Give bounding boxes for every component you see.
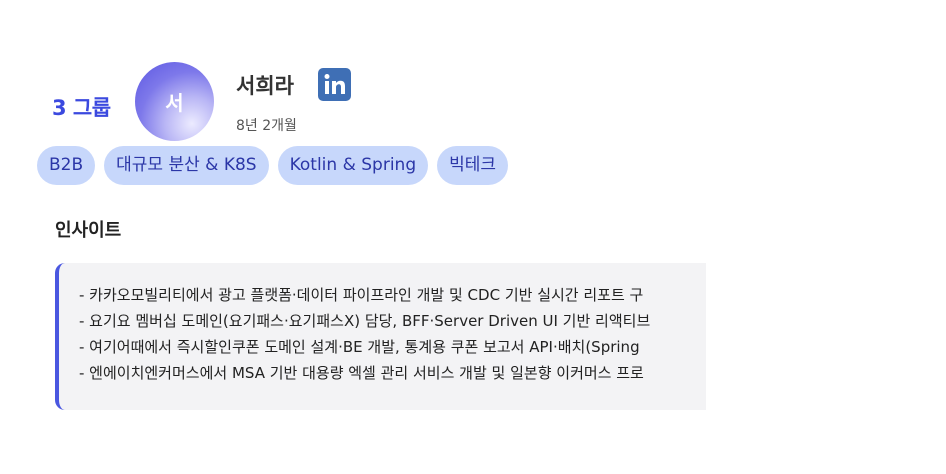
insight-title: 인사이트: [55, 220, 122, 241]
tag-distributed-k8s[interactable]: 대규모 분산 & K8S: [104, 146, 269, 185]
insight-item: - 요기요 멤버십 도메인(요기패스·요기패스X) 담당, BFF·Server…: [79, 312, 651, 330]
profile-card: 3 그룹 서 서희라 8년 2개월 B2B 대규모 분산 & K8S Kotli…: [0, 0, 946, 474]
avatar-initial: 서: [165, 91, 184, 115]
insight-item: - 여기어때에서 즉시할인쿠폰 도메인 설계·BE 개발, 통계용 쿠폰 보고서…: [79, 338, 640, 356]
profile-name: 서희라: [236, 74, 294, 98]
tenure: 8년 2개월: [236, 118, 297, 134]
insight-list: - 카카오모빌리티에서 광고 플랫폼·데이터 파이프라인 개발 및 CDC 기반…: [59, 263, 706, 386]
avatar: 서: [135, 62, 214, 141]
insight-item: - 카카오모빌리티에서 광고 플랫폼·데이터 파이프라인 개발 및 CDC 기반…: [79, 286, 644, 304]
group-label: 3 그룹: [52, 96, 111, 120]
tag-bigtech[interactable]: 빅테크: [437, 146, 509, 185]
insight-item: - 엔에이치엔커머스에서 MSA 기반 대용량 엑셀 관리 서비스 개발 및 일…: [79, 364, 644, 382]
tag-list: B2B 대규모 분산 & K8S Kotlin & Spring 빅테크: [37, 146, 509, 185]
tag-b2b[interactable]: B2B: [37, 146, 96, 185]
linkedin-icon[interactable]: [318, 68, 351, 101]
insight-box: - 카카오모빌리티에서 광고 플랫폼·데이터 파이프라인 개발 및 CDC 기반…: [55, 263, 706, 410]
tag-kotlin-spring[interactable]: Kotlin & Spring: [277, 146, 429, 185]
